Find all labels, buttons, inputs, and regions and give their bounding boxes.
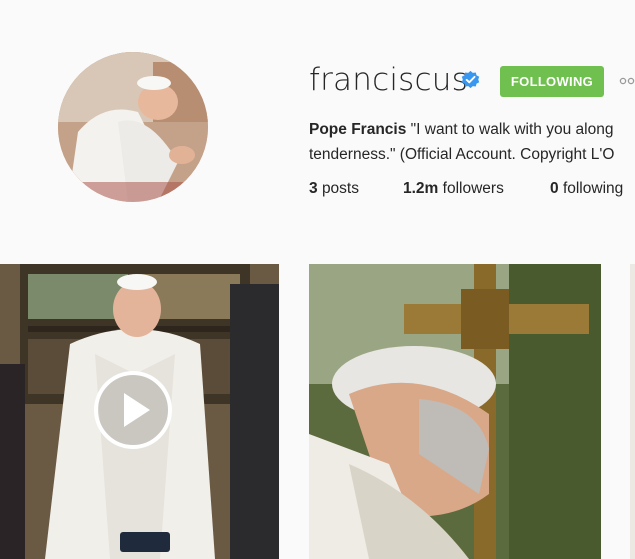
more-options-icon[interactable] [619,73,635,89]
profile-avatar [58,52,208,202]
following-count: 0 [550,180,559,197]
following-stat[interactable]: 0 following [550,180,623,198]
bio-text: "I want to walk with you along [406,121,614,138]
posts-label: posts [321,180,359,197]
bio-line-1: Pope Francis "I want to walk with you al… [309,117,635,142]
following-label: following [562,180,624,197]
followers-stat[interactable]: 1.2m followers [403,180,504,198]
profile-username: franciscus [309,62,468,98]
verified-badge-icon [460,69,481,90]
post-thumbnail-video[interactable] [0,264,279,559]
bio-line-2: tenderness." (Official Account. Copyrigh… [309,146,615,163]
followers-label: followers [442,180,504,197]
post-thumbnail-partial[interactable] [630,264,635,559]
profile-bio: Pope Francis "I want to walk with you al… [309,117,635,167]
following-button[interactable]: FOLLOWING [500,66,604,97]
bio-name: Pope Francis [309,121,407,138]
posts-count: 3 [309,180,318,197]
followers-count: 1.2m [403,180,439,197]
posts-stat: 3 posts [309,180,359,198]
post-thumbnail[interactable] [309,264,601,559]
play-icon[interactable] [93,370,173,450]
